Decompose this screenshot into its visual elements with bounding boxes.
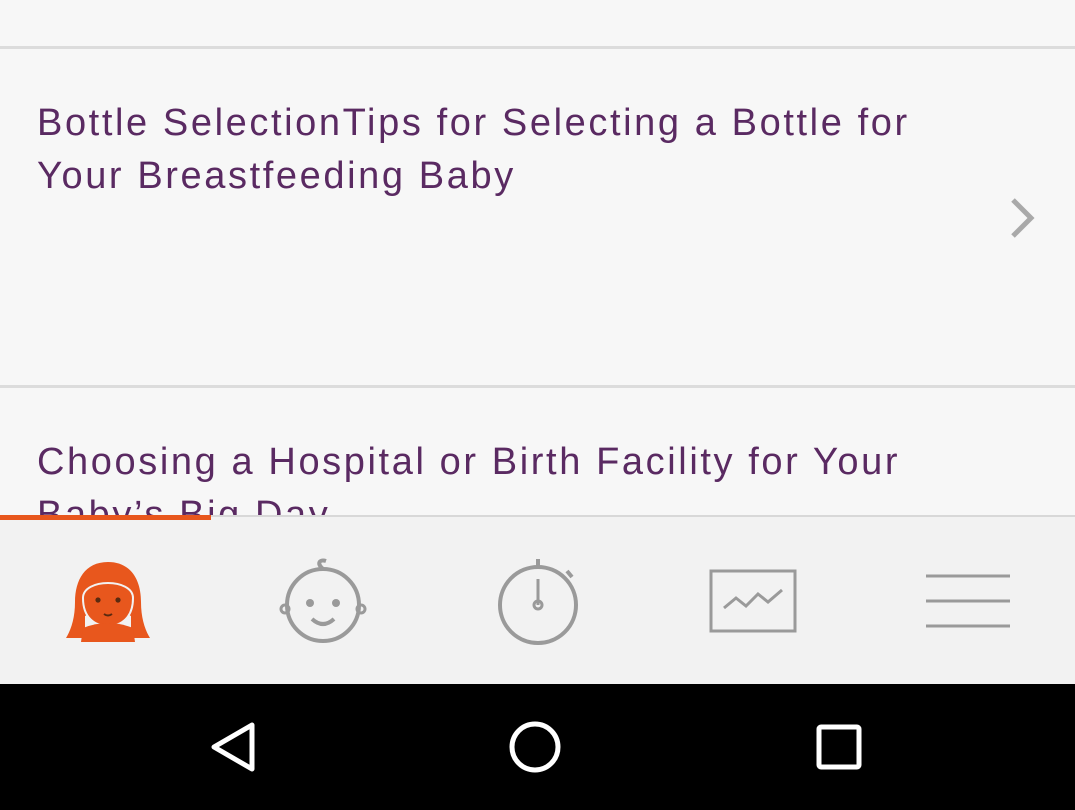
article-list: Bottle SelectionTips for Selecting a Bot… [0,0,1075,515]
system-navigation-bar [0,684,1075,810]
back-icon [211,722,255,772]
chart-icon [709,569,796,632]
back-button[interactable] [188,714,278,780]
tab-timer[interactable] [430,517,645,684]
chevron-right-icon [1011,198,1035,238]
mother-icon [65,561,150,642]
home-icon [509,721,561,773]
list-item[interactable]: Bottle SelectionTips for Selecting a Bot… [0,49,1075,386]
active-tab-indicator [0,515,211,520]
recents-icon [816,724,862,770]
stopwatch-icon [497,558,578,645]
list-item[interactable]: Choosing a Hospital or Birth Facility fo… [0,388,1075,515]
recents-button[interactable] [794,714,884,780]
tab-mother[interactable] [0,517,215,684]
baby-face-icon [279,558,366,643]
home-button[interactable] [490,714,580,780]
tab-charts[interactable] [645,517,860,684]
article-title: Choosing a Hospital or Birth Facility fo… [37,441,901,515]
bottom-tab-bar [0,515,1075,684]
article-title: Bottle SelectionTips for Selecting a Bot… [37,102,910,197]
menu-icon [925,574,1010,627]
tab-menu[interactable] [860,517,1075,684]
tab-baby[interactable] [215,517,430,684]
